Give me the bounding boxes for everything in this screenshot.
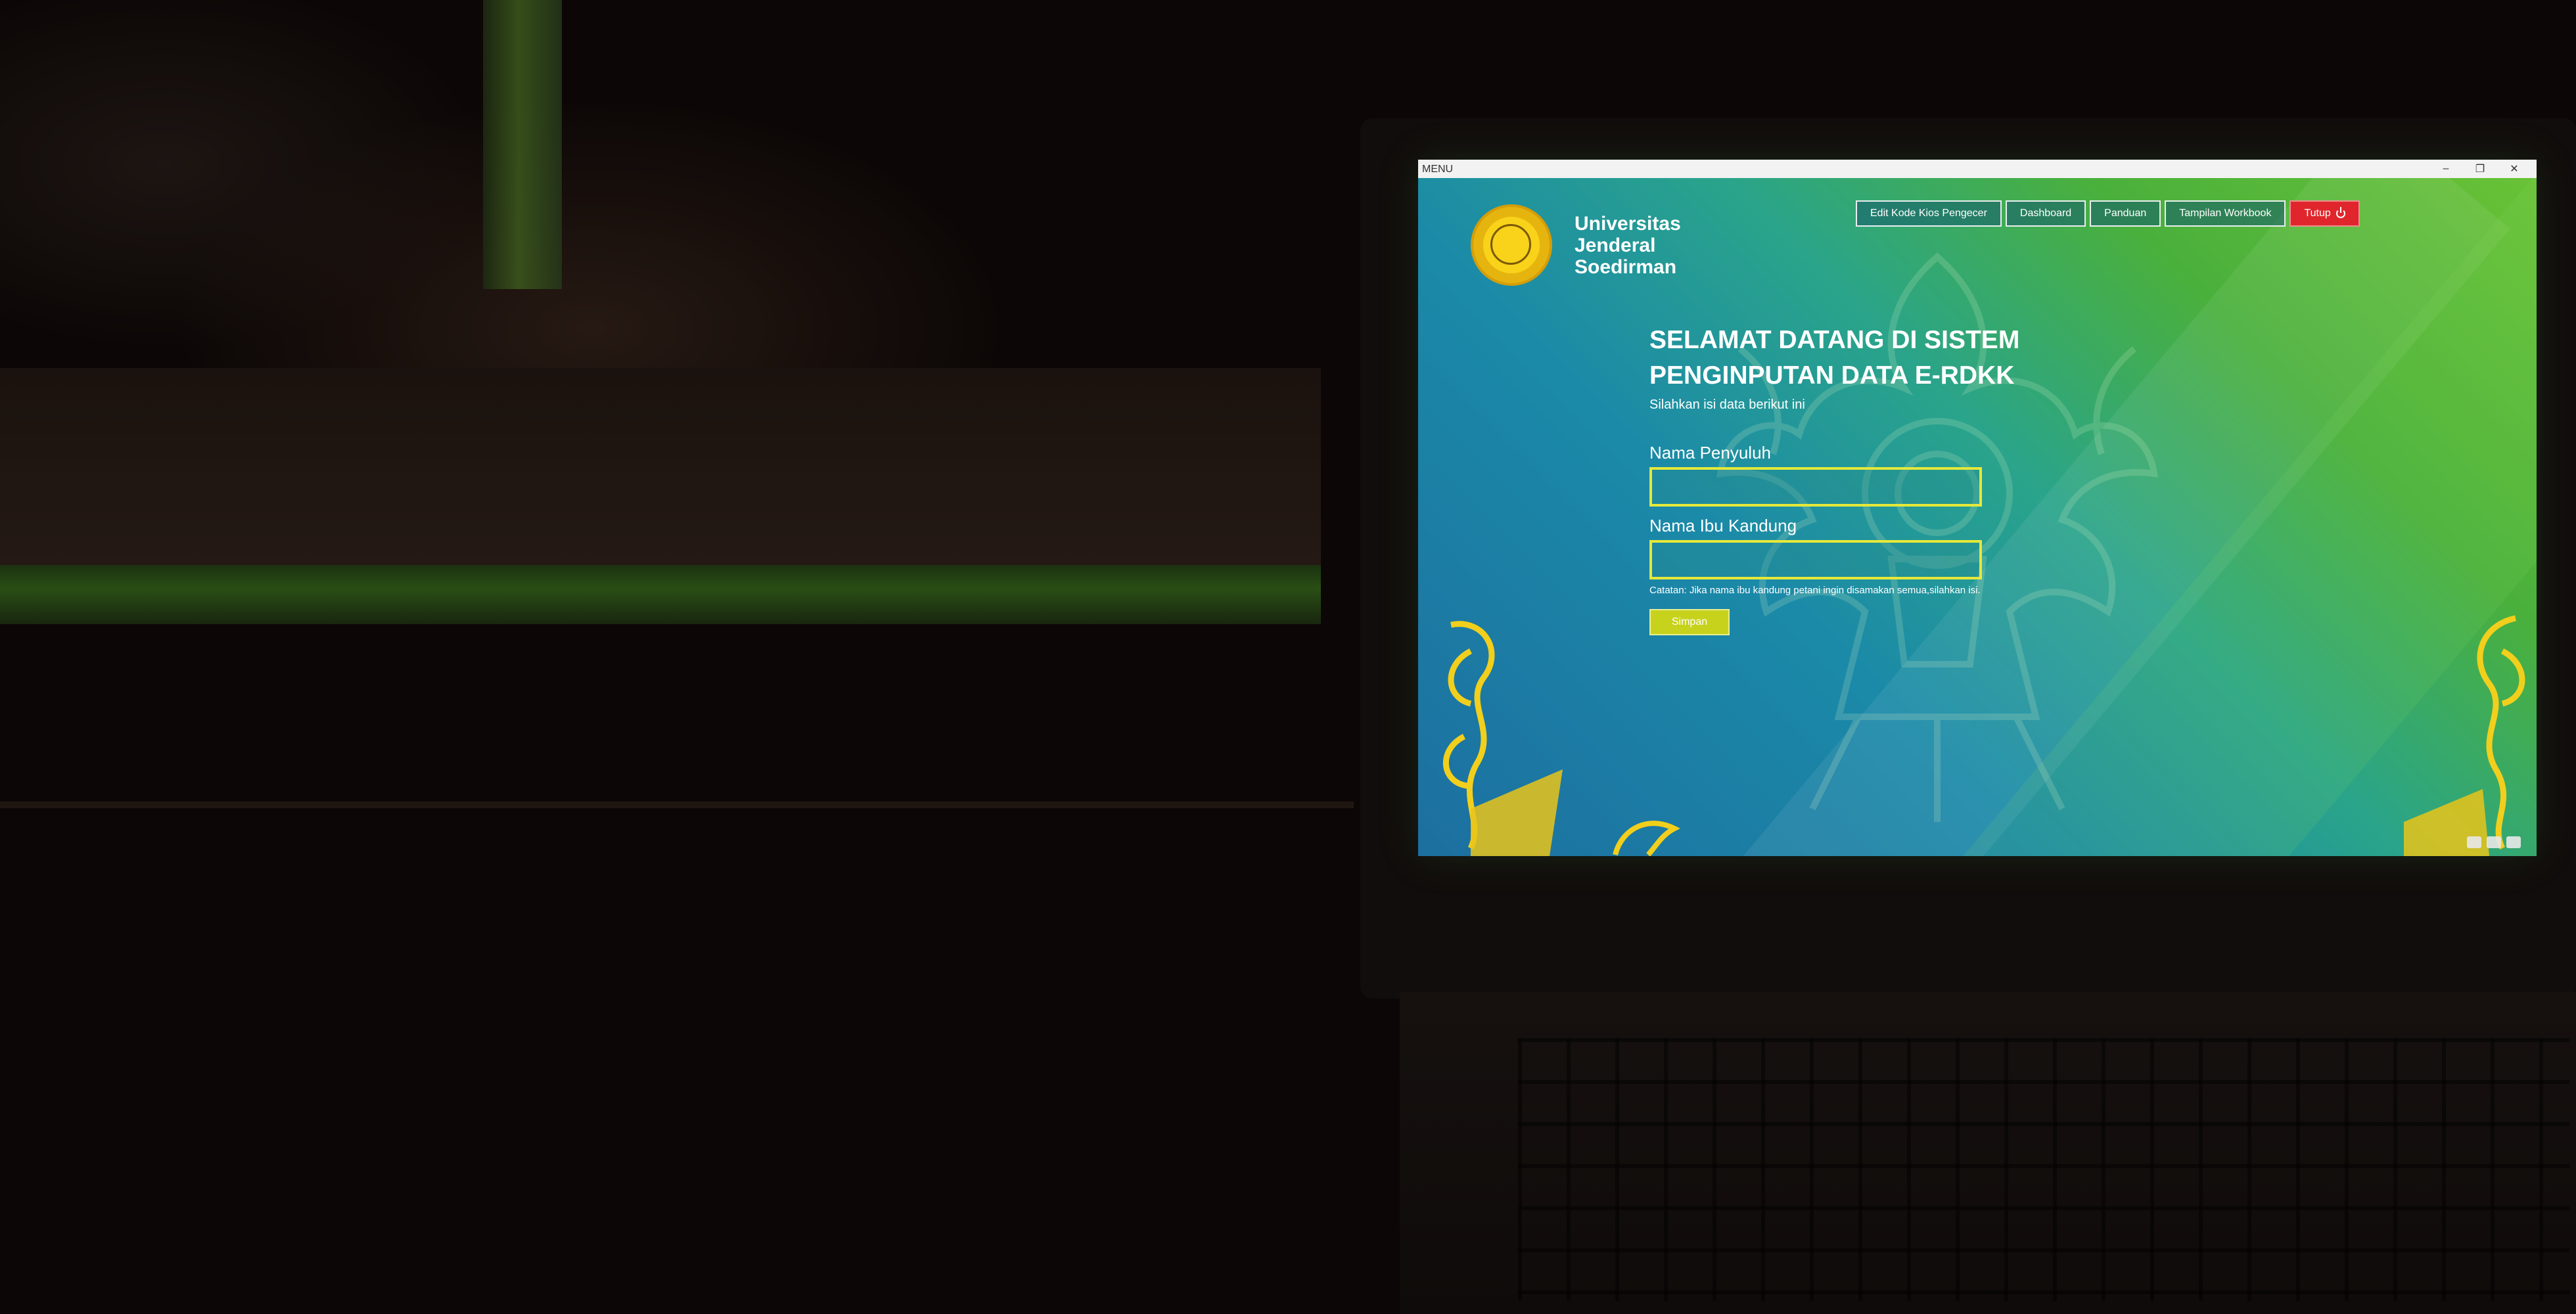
page-subtitle: Silahkan isi data berikut ini [1649,397,1805,412]
tray-icons [2467,836,2521,848]
app-canvas: Universitas Jenderal Soedirman Edit Kode… [1418,178,2537,856]
page-title: SELAMAT DATANG DI SISTEM PENGINPUTAN DAT… [1649,326,2020,390]
window-title: MENU [1422,164,1454,175]
edit-kode-kios-button[interactable]: Edit Kode Kios Pengecer [1856,200,2002,227]
ornament-bottom-icon [1613,821,1680,856]
nama-ibu-kandung-label: Nama Ibu Kandung [1649,516,1797,535]
shelf-lower-edge [0,802,1354,808]
shelf-edge-glow [0,565,1321,624]
ornament-left-icon [1443,621,1563,856]
tutup-label: Tutup [2304,208,2331,219]
nama-ibu-kandung-input[interactable] [1649,540,1982,579]
form-note: Catatan: Jika nama ibu kandung petani in… [1649,585,1981,596]
university-seal-icon [1471,204,1552,286]
university-logo: Universitas Jenderal Soedirman [1471,204,1681,286]
window-controls: – ❐ ✕ [2429,160,2531,178]
panduan-button[interactable]: Panduan [2090,200,2161,227]
tampilan-workbook-button[interactable]: Tampilan Workbook [2165,200,2286,227]
nama-penyuluh-label: Nama Penyuluh [1649,443,1771,463]
app-window: MENU – ❐ ✕ Universitas Jenderal Soedirma… [1418,160,2537,856]
input-form: SELAMAT DATANG DI SISTEM PENGINPUTAN DAT… [1649,323,2188,635]
restore-icon[interactable]: ❐ [2463,160,2497,178]
close-icon[interactable]: ✕ [2497,160,2531,178]
top-nav: Edit Kode Kios Pengecer Dashboard Pandua… [1856,200,2360,227]
university-name-line2: Jenderal [1575,234,1656,256]
wall-shadow [0,0,1380,1314]
nama-penyuluh-input[interactable] [1649,467,1982,507]
ornament-right-icon [2404,615,2525,856]
tutup-button[interactable]: Tutup [2289,200,2360,227]
window-titlebar: MENU – ❐ ✕ [1418,160,2537,179]
university-name-line3: Soedirman [1575,256,1677,278]
camera-icon[interactable] [2467,836,2481,848]
university-name-line1: Universitas [1575,212,1681,235]
minimize-icon[interactable]: – [2429,160,2463,178]
screen-icon[interactable] [2506,836,2521,848]
simpan-button[interactable]: Simpan [1649,609,1730,635]
dashboard-button[interactable]: Dashboard [2005,200,2086,227]
keyboard [1518,1038,2569,1301]
green-object [483,0,562,289]
power-icon [2335,207,2345,218]
shelf [0,368,1321,565]
university-name: Universitas Jenderal Soedirman [1575,213,1681,278]
video-icon[interactable] [2487,836,2501,848]
